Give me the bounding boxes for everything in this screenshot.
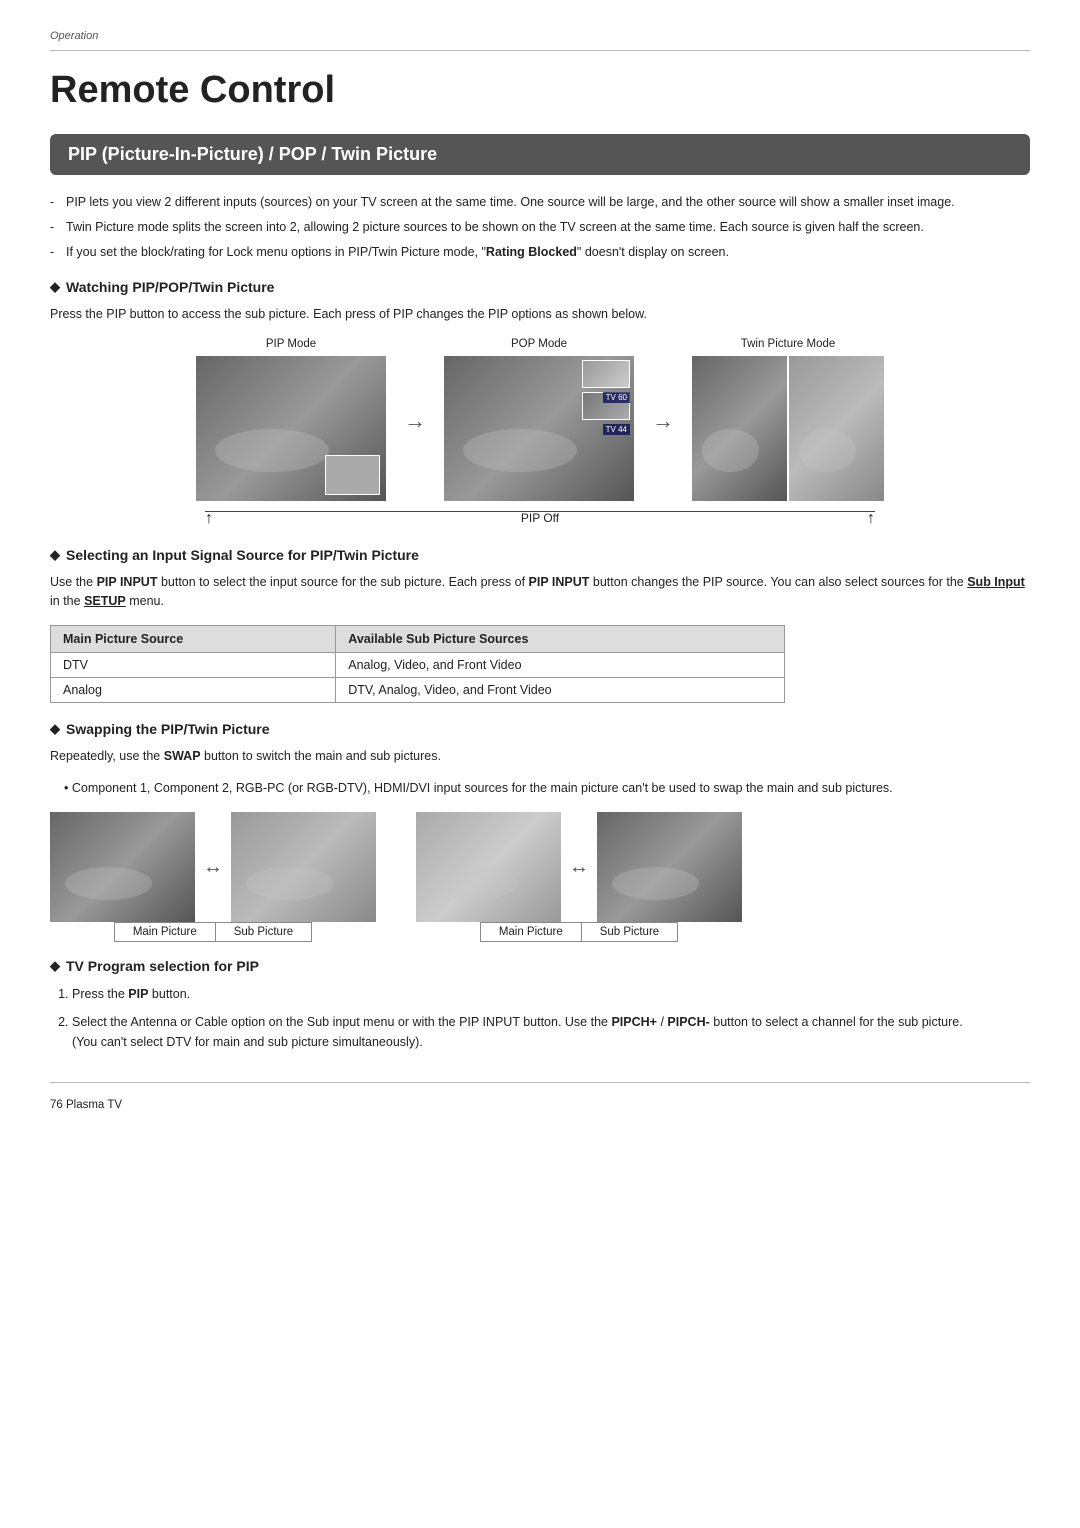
twin-left-image bbox=[692, 356, 787, 501]
swapping-title: Swapping the PIP/Twin Picture bbox=[50, 721, 1030, 737]
table-row: DTV Analog, Video, and Front Video bbox=[51, 652, 785, 677]
page-number: 76 Plasma TV bbox=[50, 1099, 1030, 1111]
pop-mode-image: TV 86 TV 60 TV 44 bbox=[444, 356, 634, 501]
pipch-minus-bold: PIPCH- bbox=[667, 1015, 709, 1029]
pip-off-arrows: ↑ PIP Off ↑ bbox=[205, 511, 875, 527]
swap-left-arrow: ↔ bbox=[203, 856, 223, 879]
table-col2-header: Available Sub Picture Sources bbox=[336, 625, 785, 652]
sub-input-bold: Sub Input bbox=[967, 575, 1025, 589]
swap-right-labels: Main Picture Sub Picture bbox=[480, 922, 678, 942]
swap-right-main-img bbox=[416, 812, 561, 922]
swap-right-sub-img bbox=[597, 812, 742, 922]
swap-right-sub-label: Sub Picture bbox=[582, 922, 678, 942]
pip-mode-block: PIP Mode bbox=[196, 338, 386, 501]
swap-left-sub-label: Sub Picture bbox=[216, 922, 312, 942]
swap-left-main-label: Main Picture bbox=[114, 922, 216, 942]
pip-input-bold-1: PIP INPUT bbox=[97, 575, 158, 589]
intro-bullets: PIP lets you view 2 different inputs (so… bbox=[50, 193, 1030, 261]
tv-program-steps: Press the PIP button. Select the Antenna… bbox=[50, 984, 1030, 1052]
table-cell-analog-source: Analog bbox=[51, 677, 336, 702]
bullet-1: PIP lets you view 2 different inputs (so… bbox=[50, 193, 1030, 212]
table-cell-analog-subs: DTV, Analog, Video, and Front Video bbox=[336, 677, 785, 702]
table-col1-header: Main Picture Source bbox=[51, 625, 336, 652]
selecting-section: Selecting an Input Signal Source for PIP… bbox=[50, 547, 1030, 703]
pop-mode-label: POP Mode bbox=[511, 338, 567, 350]
watching-title: Watching PIP/POP/Twin Picture bbox=[50, 279, 1030, 295]
swapping-text: Repeatedly, use the SWAP button to switc… bbox=[50, 747, 1030, 766]
setup-underline: SETUP bbox=[84, 594, 126, 608]
swap-right-main-label: Main Picture bbox=[480, 922, 582, 942]
pip-off-arrow-up-right: ↑ bbox=[867, 511, 875, 527]
swap-left-sub-img bbox=[231, 812, 376, 922]
table-cell-dtv-subs: Analog, Video, and Front Video bbox=[336, 652, 785, 677]
swap-right-images: ↔ bbox=[416, 812, 742, 922]
selecting-text: Use the PIP INPUT button to select the i… bbox=[50, 573, 1030, 611]
twin-right-image bbox=[789, 356, 884, 501]
page-title: Remote Control bbox=[50, 69, 1030, 112]
swapping-bullet: • Component 1, Component 2, RGB-PC (or R… bbox=[50, 779, 1030, 798]
section-label: Operation bbox=[50, 30, 1030, 42]
tv-program-title: TV Program selection for PIP bbox=[50, 958, 1030, 974]
swap-left-main-img bbox=[50, 812, 195, 922]
pip-off-area: ↑ PIP Off ↑ bbox=[50, 511, 1030, 527]
swapping-section: Swapping the PIP/Twin Picture Repeatedly… bbox=[50, 721, 1030, 943]
pip-off-arrow-up-left: ↑ bbox=[205, 511, 213, 527]
pop-inset-1 bbox=[582, 360, 630, 388]
selecting-title: Selecting an Input Signal Source for PIP… bbox=[50, 547, 1030, 563]
watching-text: Press the PIP button to access the sub p… bbox=[50, 305, 1030, 324]
pop-tv-label-3: TV 44 bbox=[603, 424, 630, 435]
swap-bold: SWAP bbox=[164, 749, 201, 763]
pip-bold-step1: PIP bbox=[128, 987, 148, 1001]
swap-diagrams: ↔ Main Picture Sub Picture ↔ Main Pictur… bbox=[50, 812, 1030, 942]
section-header: PIP (Picture-In-Picture) / POP / Twin Pi… bbox=[50, 134, 1030, 175]
bottom-divider bbox=[50, 1082, 1030, 1083]
swap-left-images: ↔ bbox=[50, 812, 376, 922]
pop-stack: TV 60 TV 44 bbox=[582, 360, 630, 420]
swap-left-group: ↔ Main Picture Sub Picture bbox=[50, 812, 376, 942]
top-divider bbox=[50, 50, 1030, 51]
twin-mode-block: Twin Picture Mode bbox=[692, 338, 884, 501]
pip-mode-label: PIP Mode bbox=[266, 338, 316, 350]
arrow-pip-to-pop: → bbox=[386, 408, 444, 434]
arrow-pop-to-twin: → bbox=[634, 408, 692, 434]
twin-mode-image bbox=[692, 356, 884, 501]
pop-tv-label-2: TV 60 bbox=[603, 392, 630, 403]
pip-off-label: PIP Off bbox=[521, 511, 559, 527]
bullet-2: Twin Picture mode splits the screen into… bbox=[50, 218, 1030, 237]
tv-step-2: Select the Antenna or Cable option on th… bbox=[72, 1012, 1030, 1052]
pip-inset bbox=[325, 455, 380, 495]
pip-mode-image bbox=[196, 356, 386, 501]
swap-right-group: ↔ Main Picture Sub Picture bbox=[416, 812, 742, 942]
swap-left-labels: Main Picture Sub Picture bbox=[114, 922, 312, 942]
tv-program-section: TV Program selection for PIP Press the P… bbox=[50, 958, 1030, 1052]
source-table: Main Picture Source Available Sub Pictur… bbox=[50, 625, 785, 703]
twin-mode-label: Twin Picture Mode bbox=[741, 338, 836, 350]
swap-right-arrow: ↔ bbox=[569, 856, 589, 879]
bullet-3: If you set the block/rating for Lock men… bbox=[50, 243, 1030, 262]
pip-input-bold-2: PIP INPUT bbox=[529, 575, 590, 589]
pop-mode-block: POP Mode TV 86 TV 60 TV 44 bbox=[444, 338, 634, 501]
tv-step-1: Press the PIP button. bbox=[72, 984, 1030, 1004]
pip-off-container: ↑ PIP Off ↑ bbox=[205, 511, 875, 527]
table-cell-dtv-source: DTV bbox=[51, 652, 336, 677]
pipch-plus-bold: PIPCH+ bbox=[611, 1015, 657, 1029]
table-row: Analog DTV, Analog, Video, and Front Vid… bbox=[51, 677, 785, 702]
pip-diagram: PIP Mode → POP Mode TV 86 TV 60 TV 44 → bbox=[50, 338, 1030, 501]
